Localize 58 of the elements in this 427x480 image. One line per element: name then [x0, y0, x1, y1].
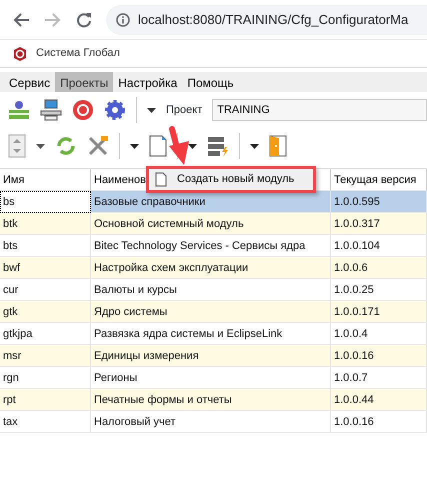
address-bar[interactable]: localhost:8080/TRAINING/Cfg_ConfiguratorMa [106, 4, 427, 34]
caret-icon[interactable] [130, 144, 139, 148]
table-cell: 1.0.0.44 [331, 389, 427, 411]
table-row[interactable]: msr Единицы измерения 1.0.0.16 [0, 345, 427, 367]
url-text: localhost:8080/TRAINING/Cfg_ConfiguratorMa [138, 10, 408, 29]
table-cell: Налоговый учет [91, 411, 331, 433]
table-row[interactable]: btk Основной системный модуль 1.0.0.317 [0, 213, 427, 235]
caret-icon[interactable] [147, 108, 156, 112]
menu-item[interactable]: Настройка [113, 72, 182, 92]
menu-item[interactable]: Проекты [55, 72, 114, 92]
server-bolt-icon[interactable] [207, 135, 229, 157]
caret-icon[interactable] [188, 144, 197, 148]
menu-item[interactable]: Помощь [182, 72, 239, 92]
table-cell: Ядро системы [91, 301, 331, 323]
table-row[interactable]: bwf Настройка схем эксплуатации 1.0.0.6 [0, 257, 427, 279]
reload-icon[interactable] [76, 12, 92, 28]
project-field[interactable]: TRAINING [212, 99, 427, 121]
table-cell: 1.0.0.16 [331, 411, 427, 433]
table-cell: rpt [0, 389, 91, 411]
table-cell: tax [0, 411, 91, 433]
table-cell: bs [0, 191, 91, 213]
info-icon [116, 12, 130, 26]
table-cell: bwf [0, 257, 91, 279]
menu-item[interactable]: Сервис [4, 72, 56, 92]
table-row[interactable]: bs Базовые справочники 1.0.0.595 [0, 191, 427, 213]
table-cell: 1.0.0.317 [331, 213, 427, 235]
menu-item[interactable]: Создать новый модуль [149, 169, 300, 190]
table-row[interactable]: gtk Ядро системы 1.0.0.171 [0, 301, 427, 323]
table-row[interactable]: rpt Печатные формы и отчеты 1.0.0.44 [0, 389, 427, 411]
caret-icon[interactable] [250, 144, 259, 148]
project-label: Проект [166, 102, 202, 118]
caret-icon[interactable] [36, 144, 45, 148]
table-cell: 1.0.0.16 [331, 345, 427, 367]
table-cell: Единицы измерения [91, 345, 331, 367]
table-cell: Основной системный модуль [91, 213, 331, 235]
column-header[interactable]: Текущая версия [334, 174, 416, 186]
column-header[interactable]: Имя [3, 174, 24, 186]
table-cell: Печатные формы и отчеты [91, 389, 331, 411]
up-down-arrows-icon[interactable] [8, 134, 26, 158]
table-cell: btk [0, 213, 91, 235]
column-header[interactable]: Наименов [94, 174, 146, 186]
table-cell: gtk [0, 301, 91, 323]
app-title: Система Глобал [36, 46, 120, 62]
table-cell: 1.0.0.171 [331, 301, 427, 323]
table-cell: msr [0, 345, 91, 367]
table-cell: 1.0.0.6 [331, 257, 427, 279]
document-icon[interactable] [149, 135, 167, 157]
document-icon [155, 172, 167, 187]
computer-network-icon[interactable] [40, 99, 62, 121]
table-cell: Настройка схем эксплуатации [91, 257, 331, 279]
refresh-icon[interactable] [55, 135, 77, 157]
back-icon[interactable] [12, 12, 30, 28]
app-logo-icon [12, 46, 28, 62]
door-icon[interactable] [269, 134, 287, 158]
table-cell: Базовые справочники [91, 191, 331, 213]
table-cell: 1.0.0.595 [331, 191, 427, 213]
table-row[interactable]: tax Налоговый учет 1.0.0.16 [0, 411, 427, 433]
settings-icon[interactable] [104, 99, 126, 121]
